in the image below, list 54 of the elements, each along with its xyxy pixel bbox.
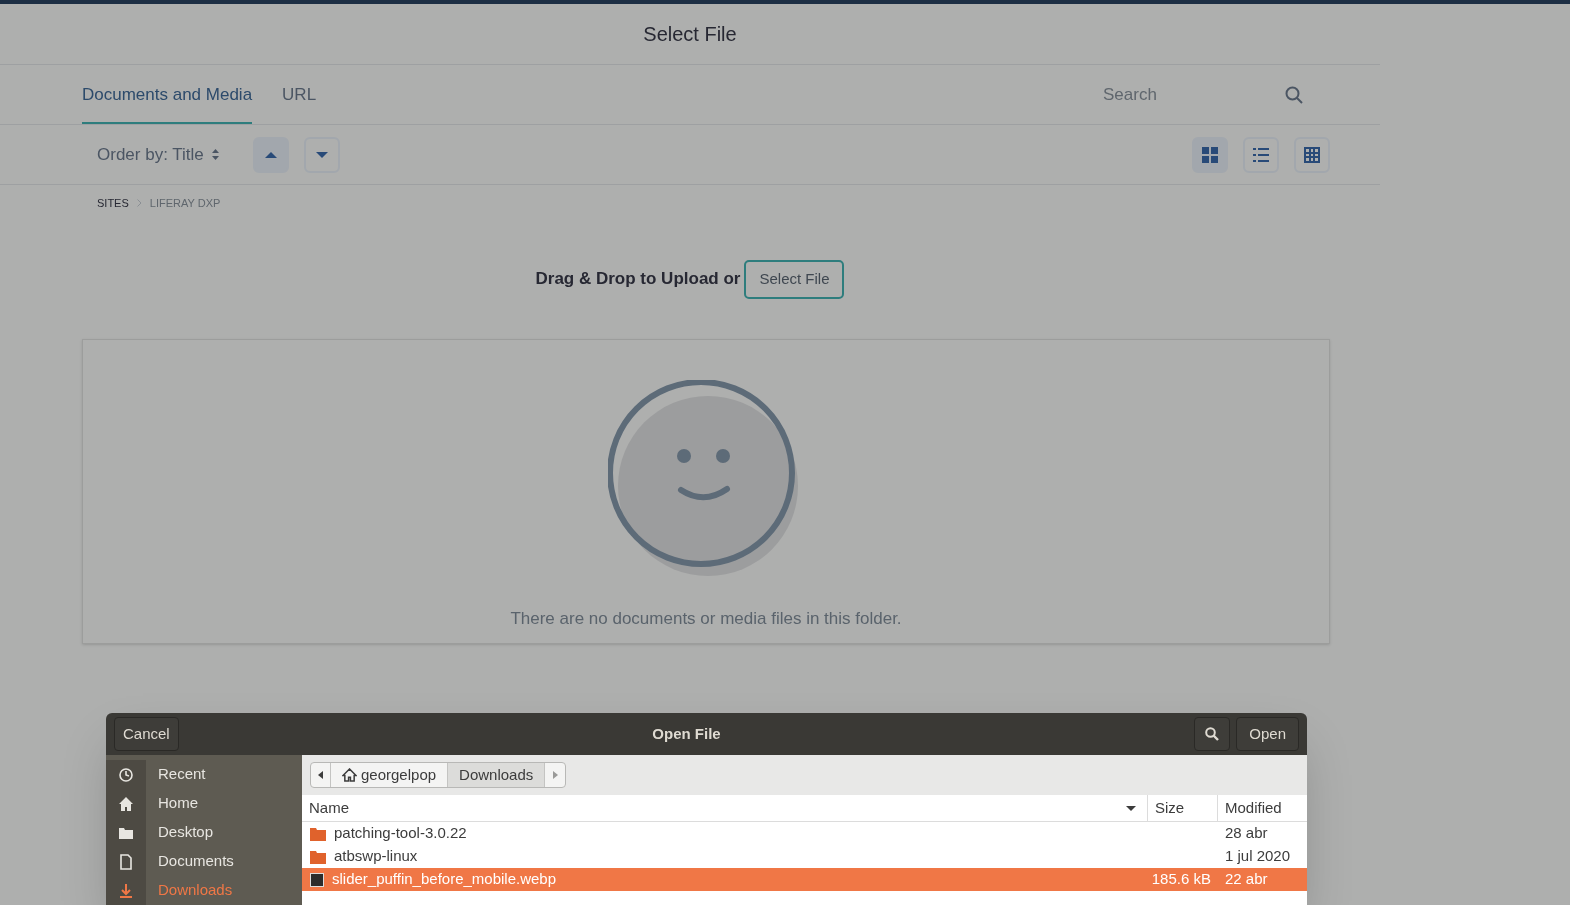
file-name: atbswp-linux (334, 846, 418, 867)
table-icon (1304, 146, 1320, 163)
cancel-button[interactable]: Cancel (114, 717, 179, 751)
sidebar-item[interactable]: Home (146, 792, 198, 815)
file-name: slider_puffin_before_mobile.webp (332, 869, 557, 890)
sidebar-item[interactable]: Documents (146, 850, 234, 873)
sort-down-icon (1126, 805, 1136, 811)
sidebar-item[interactable]: Desktop (146, 821, 214, 844)
modal-title: Select File (643, 22, 737, 47)
file-row[interactable]: patching-tool-3.0.22 28 abr (302, 822, 1307, 845)
sort-descending-button[interactable] (303, 136, 340, 173)
download-icon (118, 882, 134, 899)
file-row[interactable]: atbswp-linux 1 jul 2020 (302, 845, 1307, 868)
caret-right-icon (552, 771, 558, 779)
chevron-right-icon (136, 199, 142, 208)
file-date: 1 jul 2020 (1225, 847, 1291, 865)
file-size: 185.6 kB (1151, 870, 1211, 888)
caret-down-icon (315, 151, 328, 158)
sort-ascending-button[interactable] (252, 136, 289, 173)
search-icon (1205, 727, 1220, 741)
tab[interactable]: URL (282, 65, 317, 124)
column-header[interactable]: Size (1147, 795, 1217, 821)
document-icon (118, 853, 134, 870)
file-date: 28 abr (1225, 824, 1268, 842)
home-icon (118, 795, 134, 812)
search-icon[interactable] (1285, 85, 1303, 104)
search-field[interactable]: Search (1103, 81, 1273, 108)
search-button[interactable] (1194, 717, 1231, 751)
list-icon (1253, 146, 1269, 163)
sort-caret-icon (211, 149, 219, 160)
cards-view-button[interactable] (1192, 136, 1228, 173)
folder-icon (310, 826, 326, 841)
file-date: 22 abr (1225, 870, 1268, 888)
empty-message: There are no documents or media files in this folder. (510, 607, 902, 630)
dialog-title: Open File (651, 723, 722, 744)
column-header[interactable]: Modified (1217, 795, 1307, 821)
breadcrumb-link[interactable]: SITES (97, 195, 129, 212)
caret-up-icon (264, 151, 277, 158)
clock-icon (118, 766, 134, 783)
column-header[interactable]: Name (302, 795, 1147, 821)
select-file-button[interactable]: Select File (744, 259, 845, 299)
caret-left-icon (318, 771, 323, 779)
tab[interactable]: Documents and Media (82, 65, 253, 124)
sidebar-item[interactable]: Recent (146, 763, 206, 786)
upload-prompt: Drag & Drop to Upload or (535, 268, 741, 291)
file-name: patching-tool-3.0.22 (334, 823, 467, 844)
path-button[interactable]: Downloads (448, 763, 546, 787)
open-button[interactable]: Open (1236, 717, 1299, 751)
image-file-icon (310, 872, 324, 887)
home-icon (342, 768, 357, 782)
grid-icon (1202, 146, 1218, 163)
folder-icon (310, 849, 326, 864)
list-view-button[interactable] (1243, 136, 1279, 173)
table-view-button[interactable] (1294, 136, 1330, 173)
